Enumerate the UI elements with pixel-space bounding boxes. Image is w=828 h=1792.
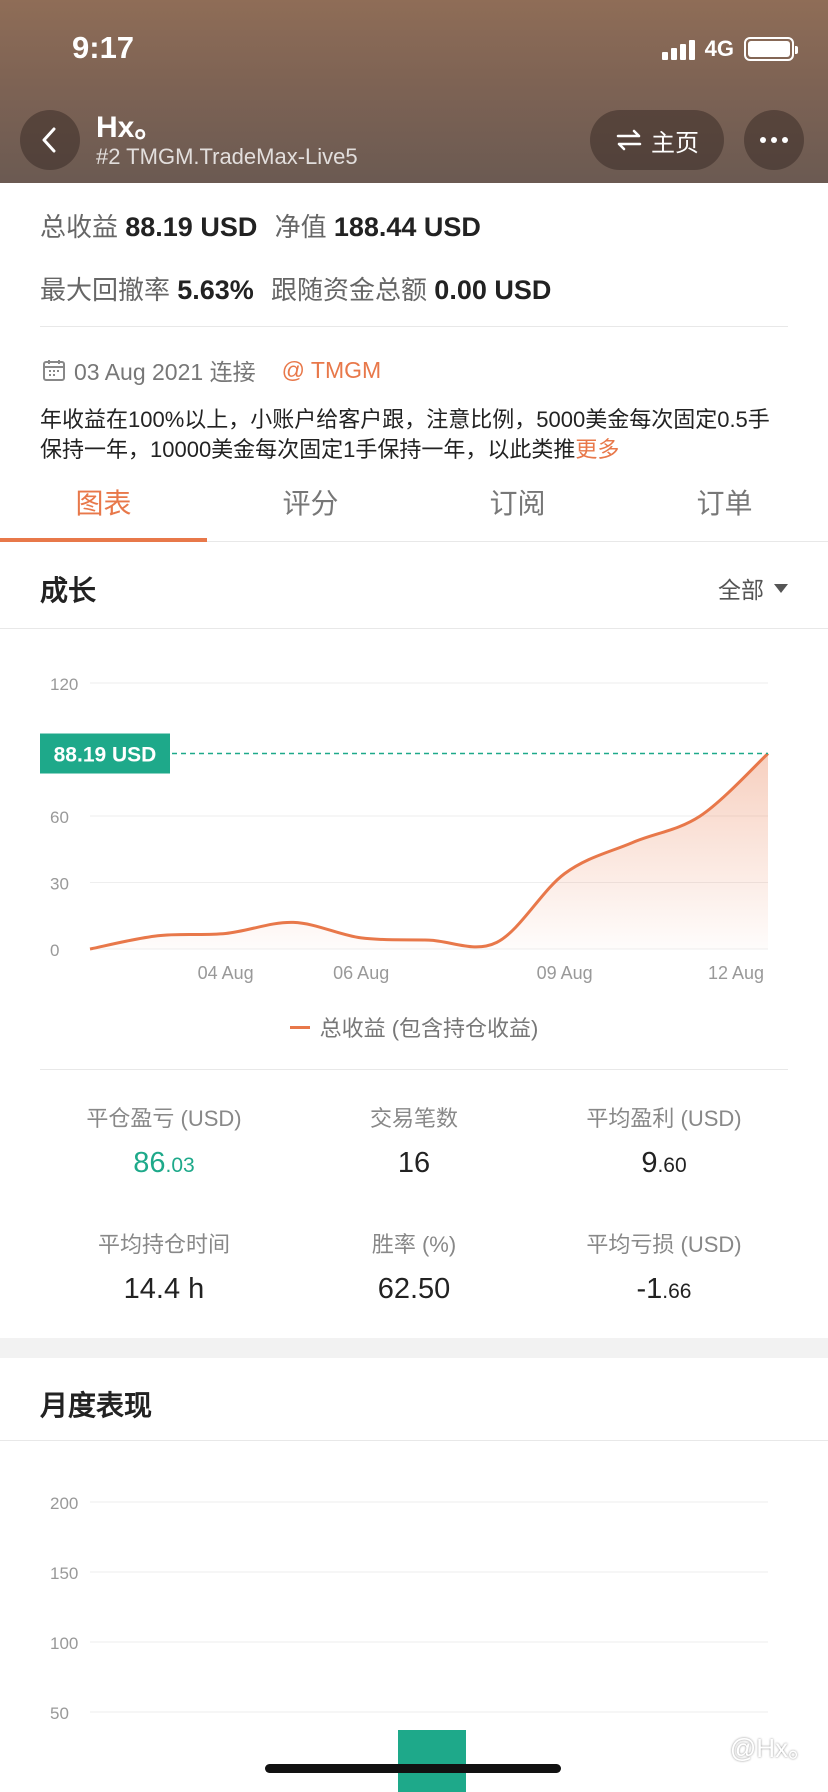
x-tick-label: 09 Aug: [537, 963, 593, 983]
home-button-label: 主页: [651, 129, 699, 157]
calendar-icon: [43, 360, 65, 381]
drawdown-row: 最大回撤率 5.63% 跟随资金总额 0.00 USD: [40, 270, 551, 307]
equity-value: 188.44 USD: [333, 212, 481, 242]
swap-icon: [616, 129, 642, 151]
max-drawdown-value: 5.63%: [177, 275, 254, 305]
range-filter[interactable]: 全部: [718, 571, 788, 605]
stat-avg-hold-time: 平均持仓时间 14.4 h: [26, 1227, 302, 1306]
monthly-chart: 50 100 150 200: [50, 1494, 768, 1792]
x-tick-label: 12 Aug: [708, 963, 764, 983]
divider: [40, 326, 788, 327]
stat-avg-profit: 平均盈利 (USD) 9.60: [526, 1101, 802, 1180]
stat-win-rate: 胜率 (%) 62.50: [276, 1227, 552, 1306]
stat-avg-loss: 平均亏损 (USD) -1.66: [526, 1227, 802, 1306]
total-profit-label: 总收益: [40, 212, 119, 242]
tab-bar: 图表 评分 订阅 订单: [0, 470, 828, 542]
growth-section: 成长 全部 0 30 60 120 88.19 USD 04 Aug 06 Aug 09 Au…: [0, 543, 828, 1338]
y-tick-label: 100: [50, 1634, 78, 1653]
battery-icon: [744, 37, 798, 61]
stat-label: 交易笔数: [369, 1106, 458, 1131]
divider: [0, 628, 828, 629]
status-time: 9:17: [72, 30, 135, 65]
growth-chart: 0 30 60 120 88.19 USD 04 Aug 06 Aug 09 Aug 12 Au…: [40, 675, 770, 983]
back-button[interactable]: [20, 110, 80, 170]
series-area: [90, 753, 768, 949]
active-tab-indicator: [0, 538, 207, 542]
signal-icon: [661, 38, 695, 60]
follow-funds-label: 跟随资金总额: [271, 275, 428, 305]
stat-label: 平均亏损 (USD): [586, 1232, 742, 1257]
monthly-section: 月度表现 50 100 150 200: [0, 1358, 828, 1792]
profit-row: 总收益 88.19 USD 净值 188.44 USD: [40, 207, 481, 244]
strategy-description: 年收益在100%以上，小账户给客户跟，注意比例，5000美金每次固定0.5手保持…: [40, 405, 790, 465]
max-drawdown-label: 最大回撤率: [40, 275, 171, 305]
month-bar: [398, 1730, 466, 1792]
stat-value: 86.03: [133, 1147, 195, 1179]
divider: [0, 1440, 828, 1441]
follow-funds-value: 0.00 USD: [434, 275, 552, 305]
more-link[interactable]: 更多: [575, 437, 619, 462]
connect-row: 03 Aug 2021 连接 @ TMGM: [42, 353, 381, 387]
y-tick-label: 200: [50, 1494, 78, 1513]
more-options-button[interactable]: [744, 110, 804, 170]
y-tick-label: 50: [50, 1704, 69, 1723]
monthly-title: 月度表现: [40, 1390, 153, 1421]
more-dots-icon: [760, 137, 766, 143]
tab-subscribe[interactable]: 订阅: [414, 482, 621, 522]
stat-label: 平仓盈亏 (USD): [86, 1106, 242, 1131]
y-tick-label: 0: [50, 941, 59, 960]
y-tick-label: 120: [50, 675, 78, 694]
tab-chart[interactable]: 图表: [0, 482, 207, 522]
divider: [40, 1069, 788, 1070]
stat-label: 平均持仓时间: [97, 1232, 230, 1257]
stat-label: 胜率 (%): [371, 1232, 457, 1257]
tab-rating[interactable]: 评分: [207, 482, 414, 522]
stat-closed-pnl: 平仓盈亏 (USD) 86.03: [26, 1101, 302, 1180]
x-tick-label: 04 Aug: [198, 963, 254, 983]
equity-label: 净值: [274, 212, 327, 242]
tab-orders[interactable]: 订单: [621, 482, 828, 522]
network-label: 4G: [704, 36, 734, 61]
connect-date: 03 Aug 2021 连接: [74, 359, 256, 385]
y-tick-label: 150: [50, 1564, 78, 1583]
total-profit-value: 88.19 USD: [125, 212, 258, 242]
stat-value: 14.4 h: [123, 1273, 205, 1305]
current-value-label: 88.19 USD: [54, 744, 157, 767]
stat-value: -1.66: [636, 1273, 692, 1305]
stat-value: 62.50: [377, 1273, 451, 1305]
growth-title: 成长: [40, 575, 97, 606]
stat-trade-count: 交易笔数 16: [276, 1101, 552, 1180]
range-filter-label: 全部: [718, 577, 764, 603]
watermark: @Hx。: [729, 1733, 814, 1763]
chart-legend: 总收益 (包含持仓收益): [0, 1011, 828, 1043]
stat-value: 9.60: [641, 1147, 687, 1179]
page-title: Hx。: [96, 111, 165, 144]
account-subtitle: #2 TMGM.TradeMax-Live5: [96, 144, 358, 169]
y-tick-label: 60: [50, 808, 69, 827]
home-indicator[interactable]: [265, 1764, 561, 1773]
chevron-left-icon: [42, 127, 56, 153]
home-button[interactable]: 主页: [590, 110, 724, 170]
status-indicators: 4G: [661, 36, 798, 62]
description-text: 年收益在100%以上，小账户给客户跟，注意比例，5000美金每次固定0.5手保持…: [40, 407, 770, 462]
app-header: 9:17 4G Hx。 #2 TMGM.TradeMax-Live5 主页: [0, 0, 828, 183]
x-tick-label: 06 Aug: [333, 963, 389, 983]
y-tick-label: 30: [50, 875, 69, 894]
legend-label: 总收益 (包含持仓收益): [319, 1016, 539, 1041]
legend-swatch: [289, 1025, 310, 1029]
caret-down-icon: [774, 583, 788, 593]
broker-link[interactable]: @ TMGM: [282, 357, 382, 384]
stat-label: 平均盈利 (USD): [586, 1106, 742, 1131]
stat-value: 16: [397, 1147, 431, 1179]
